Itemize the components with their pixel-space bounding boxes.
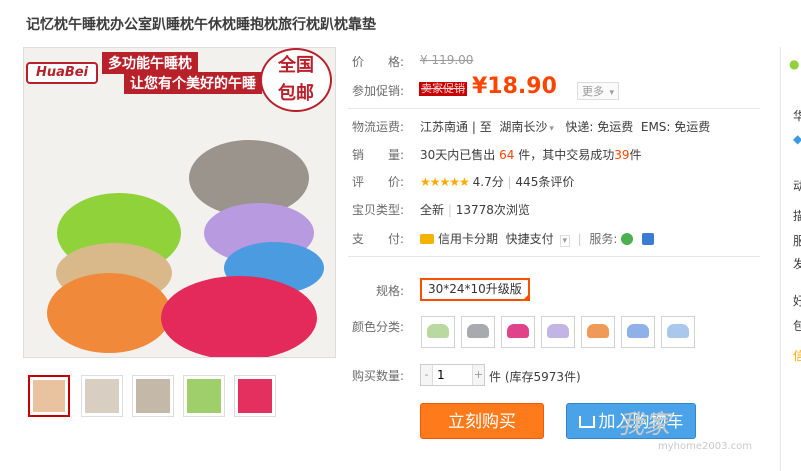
payment-label: 支 付: <box>352 232 405 246</box>
sales-info: 30天内已售出 64 件，其中交易成功39件 <box>420 146 642 163</box>
pillow-pink <box>161 276 317 357</box>
shop-icon: ● <box>789 57 800 71</box>
color-label: 颜色分类: <box>352 320 405 334</box>
credit-installment-link[interactable]: 信用卡分期 <box>438 232 498 246</box>
shipping-info: 江苏南通 | 至 湖南长沙 ▾ 快递: 免运费 EMS: 免运费 <box>420 118 710 135</box>
quantity-stepper: - + <box>420 364 485 386</box>
stock-info: 件 (库存5973件) <box>489 370 581 384</box>
panel-char: 服 <box>793 234 801 248</box>
slogan-line-1: 多功能午睡枕 <box>102 52 198 74</box>
buy-now-button[interactable]: 立刻购买 <box>420 403 544 439</box>
brand-logo: HuaBei <box>26 62 98 84</box>
shipping-label: 物流运费: <box>352 120 405 134</box>
decrease-button[interactable]: - <box>421 365 433 385</box>
guarantee-icon[interactable] <box>642 233 655 245</box>
review-count-link[interactable]: 445条评价 <box>515 175 574 189</box>
spec-label: 规格: <box>376 284 405 298</box>
badge-line-1: 全国 <box>278 55 314 76</box>
sales-label: 销 量: <box>352 148 405 162</box>
color-swatch-2[interactable] <box>461 316 495 348</box>
panel-char: 包 <box>793 319 801 333</box>
rating-label: 评 价: <box>352 175 405 189</box>
watermark-main: 我家 <box>618 410 671 440</box>
service-label: 服务: <box>589 232 618 246</box>
color-swatch-1[interactable] <box>421 316 455 348</box>
panel-char: 描 <box>793 209 801 223</box>
item-type-separator: | <box>447 203 452 217</box>
panel-char: 华 <box>793 109 801 123</box>
star-rating-icon: ★★★★★ <box>420 175 470 189</box>
promo-price: ¥18.90 <box>472 74 557 99</box>
promo-tag: 卖家促销 <box>419 82 467 96</box>
panel-char: 好 <box>793 294 801 308</box>
thumbnail-2[interactable] <box>81 375 123 417</box>
diamond-icon: ◆ <box>793 132 801 146</box>
slogan-line-2: 让您有个美好的午睡 <box>124 72 262 94</box>
quantity-input[interactable] <box>434 365 472 385</box>
rating-info: ★★★★★ 4.7分 | 445条评价 <box>420 173 574 190</box>
ems-fee: EMS: 免运费 <box>640 120 711 134</box>
ship-to-selector[interactable]: 湖南长沙 ▾ <box>499 120 554 134</box>
credit-card-icon <box>420 234 434 244</box>
color-swatch-4[interactable] <box>541 316 575 348</box>
panel-char: 信 <box>793 349 801 363</box>
rating-score: 4.7分 <box>472 175 504 189</box>
more-label: 更多 <box>582 85 604 98</box>
success-count: 39 <box>614 148 630 162</box>
panel-char: 发 <box>793 257 801 271</box>
chevron-down-icon: ▾ <box>609 88 615 98</box>
rating-separator: | <box>507 175 512 189</box>
express-fee: 快递: 免运费 <box>565 120 634 134</box>
chevron-down-icon: ▾ <box>549 124 554 134</box>
spec-option-selected[interactable]: 30*24*10升级版 <box>420 278 530 301</box>
item-type-info: 全新 | 13778次浏览 <box>420 201 530 218</box>
watermark-url: myhome2003.com <box>658 441 752 452</box>
price-label: 价 格: <box>352 55 405 69</box>
chevron-down-icon: ▾ <box>559 235 571 247</box>
color-swatch-6[interactable] <box>621 316 655 348</box>
seven-day-return-icon[interactable] <box>621 233 634 245</box>
ship-from: 江苏南通 <box>420 120 469 134</box>
original-price: ¥ 119.00 <box>420 53 474 67</box>
ship-to-prefix: 至 <box>479 120 492 134</box>
free-shipping-badge: 全国 包邮 <box>260 48 332 112</box>
divider <box>348 256 760 257</box>
sales-suffix: 件 <box>629 148 642 162</box>
ship-to: 湖南长沙 <box>499 120 548 134</box>
quantity-label: 购买数量: <box>352 369 405 383</box>
color-swatch-7[interactable] <box>661 316 695 348</box>
quick-pay-selector[interactable]: 快捷支付 ▾ <box>505 232 571 247</box>
badge-line-2: 包邮 <box>278 83 314 104</box>
pillow-orange <box>47 273 171 353</box>
thumbnail-1[interactable] <box>28 375 70 417</box>
item-condition: 全新 <box>420 203 445 217</box>
view-count: 13778次浏览 <box>455 203 530 217</box>
promo-label: 参加促销: <box>352 84 405 98</box>
product-title: 记忆枕午睡枕办公室趴睡枕午休枕睡抱枕旅行枕趴枕靠垫 <box>26 17 376 33</box>
quick-pay-label: 快捷支付 <box>505 232 554 246</box>
thumbnail-5[interactable] <box>234 375 276 417</box>
panel-char: 动 <box>793 179 801 193</box>
promo-row: 参加促销: 卖家促销 ¥18.90 更多 ▾ <box>352 72 760 106</box>
main-product-image[interactable]: HuaBei 多功能午睡枕 让您有个美好的午睡 全国 包邮 <box>23 47 336 358</box>
ship-separator: | <box>471 120 476 134</box>
more-promos-button[interactable]: 更多 ▾ <box>577 82 620 100</box>
sales-middle: 件，其中交易成功 <box>518 148 615 162</box>
site-watermark: 我家 myhome2003.com <box>618 404 752 452</box>
thumbnail-3[interactable] <box>132 375 174 417</box>
increase-button[interactable]: + <box>472 365 484 385</box>
cart-icon <box>578 416 595 428</box>
item-type-label: 宝贝类型: <box>352 203 405 217</box>
shop-info-panel: ● 华 ◆ 动 描 服 发 好 包 信 <box>780 47 801 471</box>
divider <box>348 108 760 109</box>
sales-prefix: 30天内已售出 <box>420 148 496 162</box>
color-swatch-5[interactable] <box>581 316 615 348</box>
sales-count: 64 <box>499 148 515 162</box>
thumbnail-4[interactable] <box>183 375 225 417</box>
payment-info: 信用卡分期 快捷支付 ▾ | 服务: <box>420 230 659 247</box>
color-swatch-3[interactable] <box>501 316 535 348</box>
